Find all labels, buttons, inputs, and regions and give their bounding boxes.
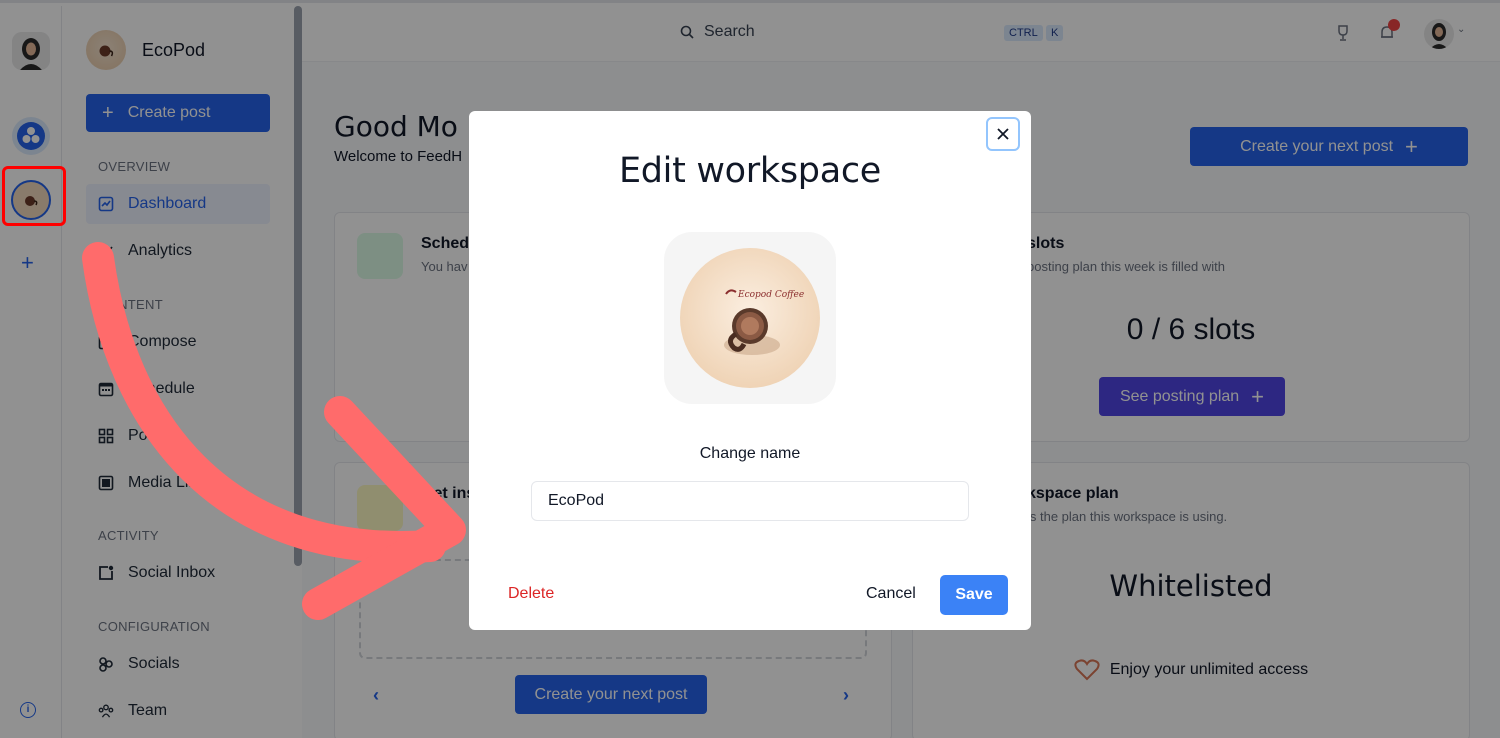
coffee-logo-icon: Ecopod Coffee <box>724 289 804 355</box>
edit-workspace-modal: Edit workspace Ecopod Coffee Change name… <box>469 111 1031 630</box>
workspace-logo-upload[interactable]: Ecopod Coffee <box>664 232 836 404</box>
close-button[interactable] <box>986 117 1020 151</box>
workspace-name-input[interactable] <box>531 481 969 521</box>
close-icon <box>997 128 1009 140</box>
modal-title: Edit workspace <box>618 151 882 191</box>
change-name-label: Change name <box>699 445 801 462</box>
workspace-logo-image: Ecopod Coffee <box>680 248 820 388</box>
delete-button[interactable]: Delete <box>508 585 554 603</box>
save-button[interactable]: Save <box>940 575 1008 615</box>
logo-text: Ecopod Coffee <box>737 290 804 300</box>
cancel-button[interactable]: Cancel <box>866 585 916 603</box>
highlight-box <box>2 166 66 226</box>
